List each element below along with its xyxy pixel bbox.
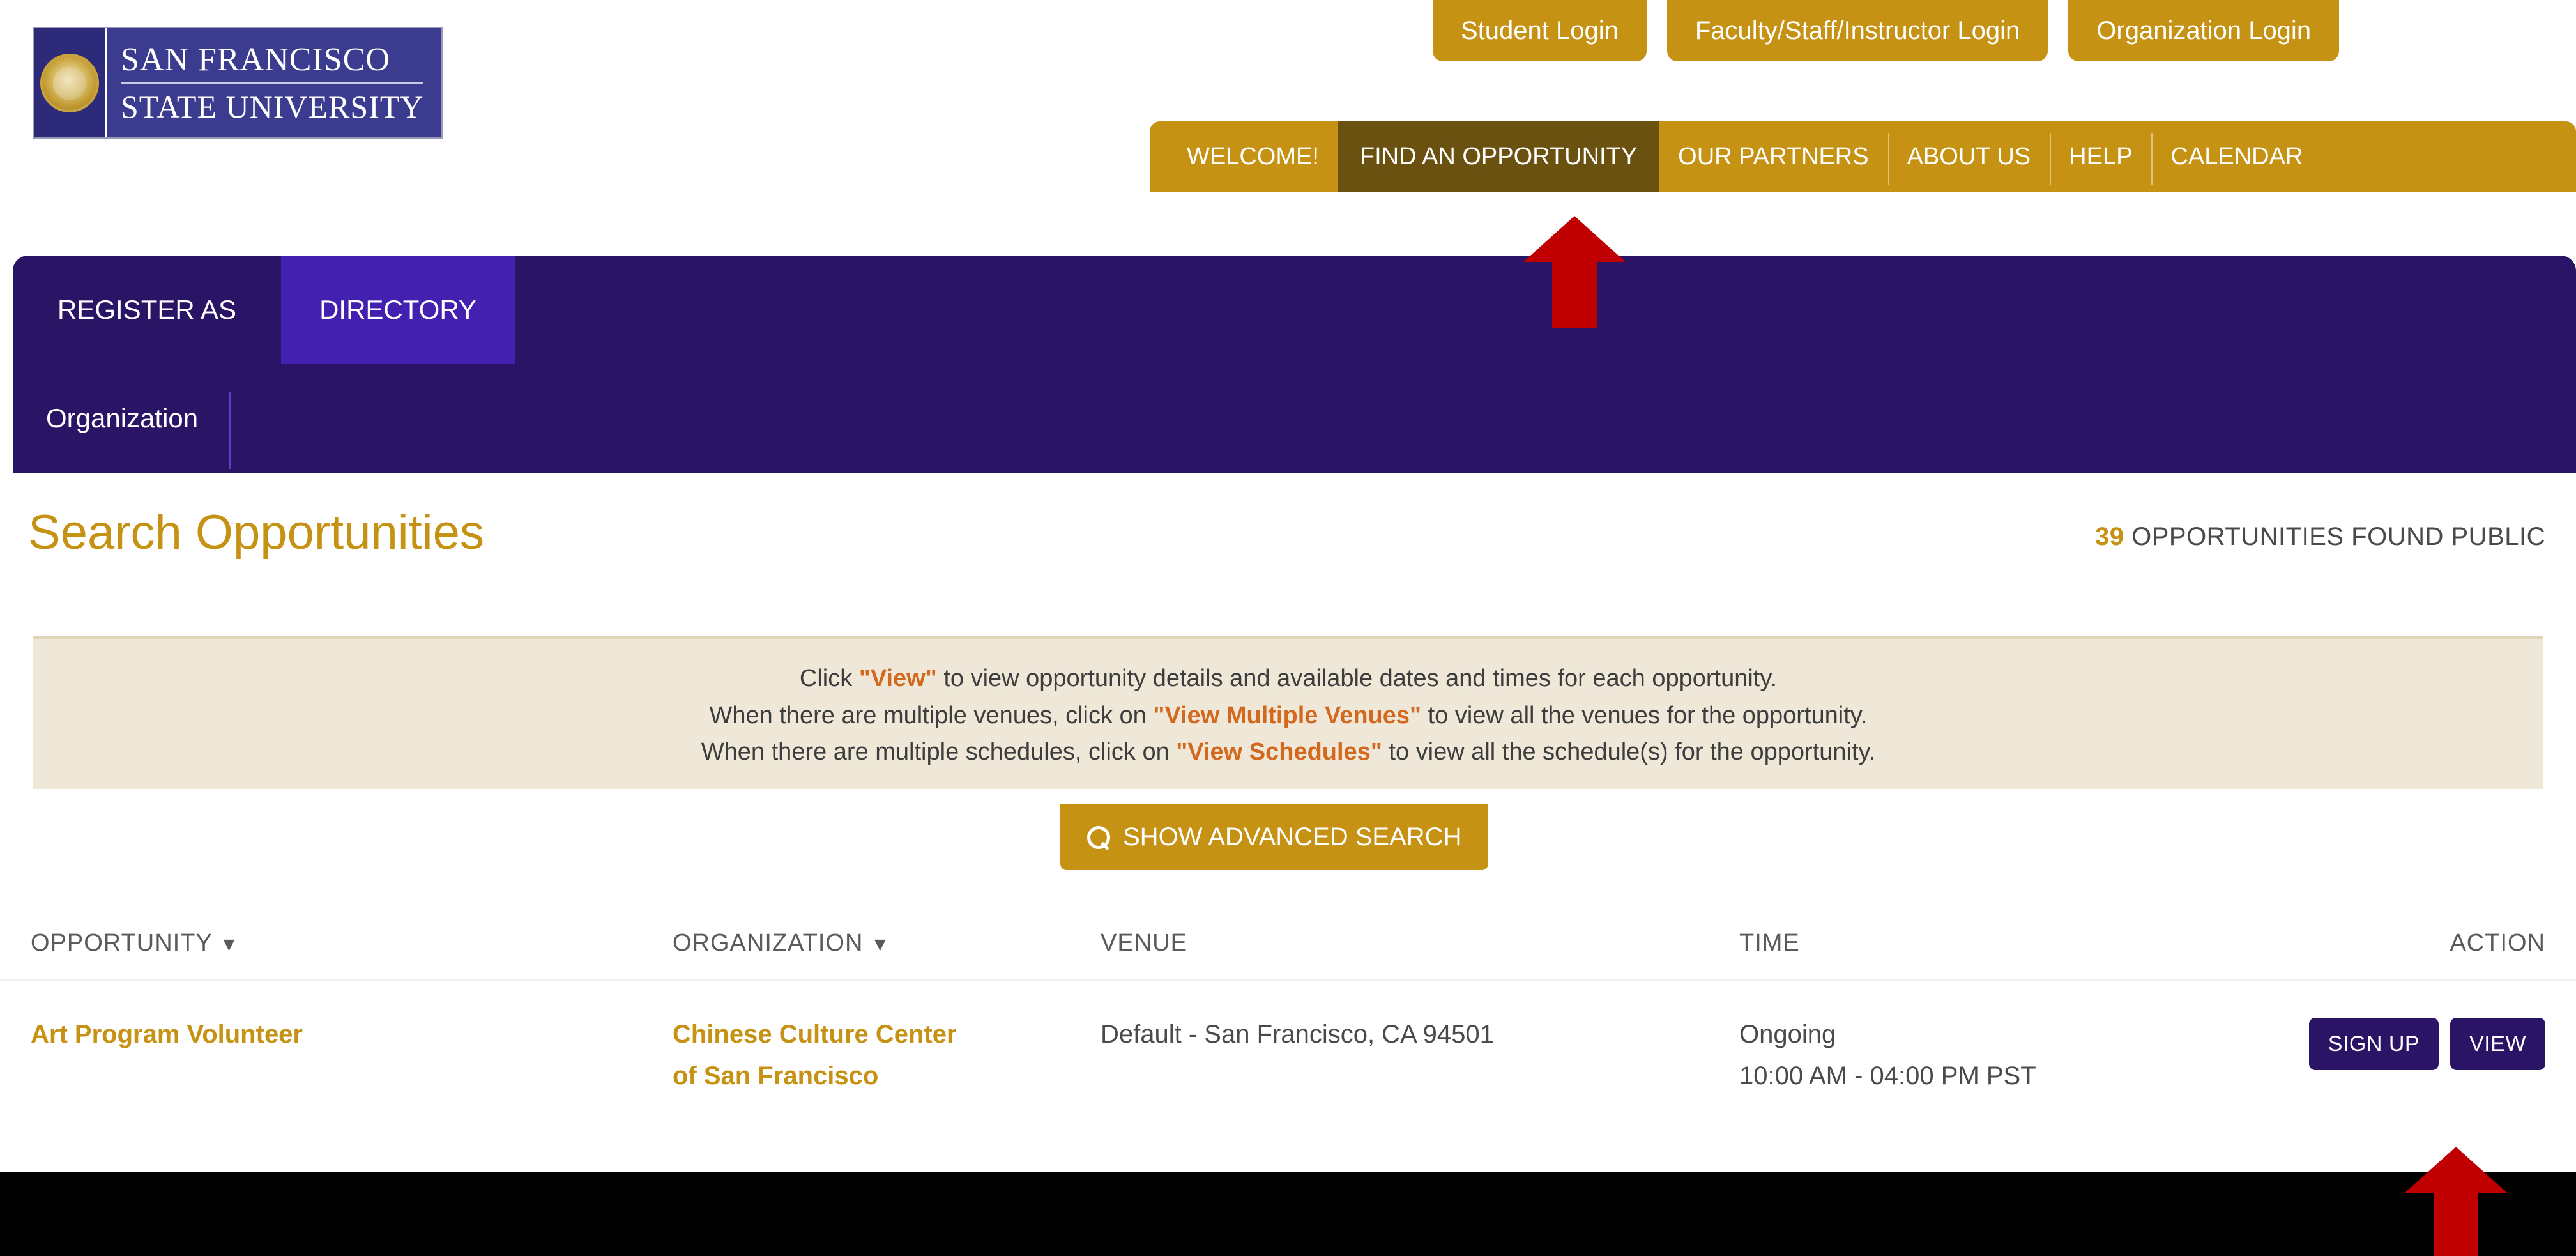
cell-venue: Default - San Francisco, CA 94501 [1101, 1014, 1739, 1055]
column-header-time: TIME [1739, 930, 1800, 956]
instruction-1-highlight: "View" [858, 664, 937, 692]
sfsu-seal-icon [34, 28, 105, 137]
column-header-action: ACTION [2450, 930, 2545, 956]
cell-organization: Chinese Culture Center of San Francisco [673, 1014, 1101, 1097]
results-count-label: 39 OPPORTUNITIES FOUND PUBLIC [2095, 523, 2545, 551]
action-buttons-group: SIGN UP VIEW [2295, 1014, 2545, 1070]
arrow-head-icon [2405, 1147, 2507, 1193]
nav-item-help[interactable]: HELP [2050, 121, 2151, 192]
column-header-organization[interactable]: ORGANIZATION ▼ [673, 930, 1101, 957]
table-body: Art Program Volunteer Chinese Culture Ce… [0, 981, 2576, 1097]
column-header-venue: VENUE [1101, 930, 1187, 956]
nav-item-our-partners[interactable]: OUR PARTNERS [1659, 121, 1887, 192]
cell-time: Ongoing 10:00 AM - 04:00 PM PST [1739, 1014, 2295, 1097]
student-login-button[interactable]: Student Login [1433, 0, 1647, 61]
view-button[interactable]: VIEW [2450, 1018, 2545, 1070]
opportunity-link[interactable]: Art Program Volunteer [31, 1014, 673, 1055]
sign-up-button[interactable]: SIGN UP [2308, 1018, 2439, 1070]
nav-item-welcome[interactable]: WELCOME! [1168, 121, 1338, 192]
table-header-row: OPPORTUNITY ▼ ORGANIZATION ▼ VENUE TIME … [0, 930, 2576, 981]
instruction-3-highlight: "View Schedules" [1176, 739, 1382, 766]
bottom-black-band [0, 1172, 2576, 1256]
sort-caret-down-icon: ▼ [219, 934, 240, 955]
nav-item-about-us[interactable]: ABOUT US [1887, 121, 2050, 192]
instruction-line-3: When there are multiple schedules, click… [701, 734, 1875, 771]
cell-action: SIGN UP VIEW [2295, 1014, 2576, 1070]
tab-row-primary: REGISTER AS DIRECTORY [13, 256, 515, 364]
instruction-line-2: When there are multiple venues, click on… [709, 698, 1867, 735]
arrow-shaft [2434, 1191, 2478, 1256]
seal-circle-icon [40, 53, 99, 112]
organization-link-line-2[interactable]: of San Francisco [673, 1055, 1101, 1097]
column-header-opportunity-label: OPPORTUNITY [31, 930, 213, 956]
instructions-box: Click "View" to view opportunity details… [33, 636, 2543, 789]
show-advanced-search-label: SHOW ADVANCED SEARCH [1123, 822, 1462, 851]
logo-line-1: SAN FRANCISCO [121, 41, 390, 78]
instruction-2-highlight: "View Multiple Venues" [1153, 701, 1422, 729]
instruction-line-1: Click "View" to view opportunity details… [800, 661, 1777, 698]
nav-item-calendar[interactable]: CALENDAR [2151, 121, 2322, 192]
tab-directory[interactable]: DIRECTORY [281, 256, 515, 364]
faculty-staff-instructor-login-button[interactable]: Faculty/Staff/Instructor Login [1666, 0, 2048, 61]
table-row: Art Program Volunteer Chinese Culture Ce… [0, 981, 2576, 1097]
instruction-3-suffix: to view all the schedule(s) for the oppo… [1382, 739, 1876, 766]
instruction-2-prefix: When there are multiple venues, click on [709, 701, 1154, 729]
page-title: Search Opportunities [28, 505, 484, 560]
column-header-opportunity[interactable]: OPPORTUNITY ▼ [0, 930, 673, 957]
column-header-organization-label: ORGANIZATION [673, 930, 864, 956]
time-text-line-2: 10:00 AM - 04:00 PM PST [1739, 1061, 2036, 1090]
arrow-head-icon [1523, 216, 1626, 262]
logo-line-2: STATE UNIVERSITY [121, 81, 424, 123]
opportunities-table: OPPORTUNITY ▼ ORGANIZATION ▼ VENUE TIME … [0, 930, 2576, 1097]
organization-link-line-1[interactable]: Chinese Culture Center [673, 1014, 1101, 1055]
search-icon [1087, 826, 1110, 849]
instruction-3-prefix: When there are multiple schedules, click… [701, 739, 1177, 766]
time-text-line-1: Ongoing [1739, 1020, 1836, 1048]
annotation-arrow-view-button [2405, 1147, 2507, 1256]
nav-item-find-an-opportunity[interactable]: FIND AN OPPORTUNITY [1338, 121, 1659, 192]
annotation-arrow-find-an-opportunity [1523, 216, 1626, 328]
results-count-number: 39 [2094, 523, 2124, 551]
results-count-suffix [2124, 523, 2131, 551]
tab-row-secondary: Organization [13, 364, 232, 473]
tab-register-as[interactable]: REGISTER AS [13, 256, 281, 364]
organization-login-button[interactable]: Organization Login [2068, 0, 2340, 61]
results-count-text: OPPORTUNITIES FOUND PUBLIC [2131, 523, 2545, 551]
cell-opportunity: Art Program Volunteer [0, 1014, 673, 1055]
instruction-1-suffix: to view opportunity details and availabl… [936, 664, 1778, 692]
sort-caret-down-icon: ▼ [870, 934, 890, 955]
login-buttons-group: Student Login Faculty/Staff/Instructor L… [1433, 0, 2340, 61]
arrow-shaft [1552, 261, 1597, 328]
venue-text: Default - San Francisco, CA 94501 [1101, 1020, 1494, 1048]
main-navigation: WELCOME! FIND AN OPPORTUNITY OUR PARTNER… [1150, 121, 2576, 192]
logo-wordmark: SAN FRANCISCO STATE UNIVERSITY [105, 28, 442, 137]
directory-tab-bar: REGISTER AS DIRECTORY Organization [13, 256, 2576, 473]
page-root: Student Login Faculty/Staff/Instructor L… [0, 0, 2576, 1256]
sfsu-logo[interactable]: SAN FRANCISCO STATE UNIVERSITY [33, 27, 443, 139]
subtab-organization[interactable]: Organization [13, 364, 232, 473]
instruction-2-suffix: to view all the venues for the opportuni… [1421, 701, 1868, 729]
instruction-1-prefix: Click [799, 664, 859, 692]
show-advanced-search-button[interactable]: SHOW ADVANCED SEARCH [1060, 804, 1489, 870]
